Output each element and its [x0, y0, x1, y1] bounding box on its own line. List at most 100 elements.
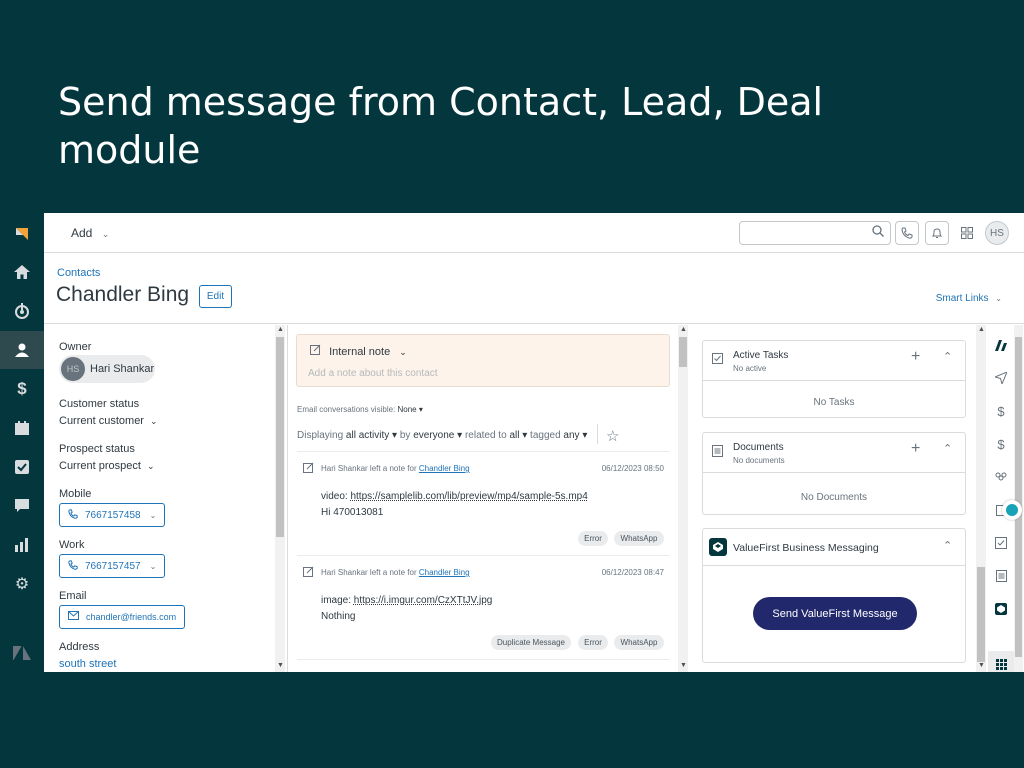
tag-whatsapp[interactable]: WhatsApp — [614, 531, 664, 546]
sell-app-icon[interactable] — [988, 333, 1014, 357]
scroll-up-icon[interactable]: ▲ — [978, 326, 985, 333]
slide-title: Send message from Contact, Lead, Deal mo… — [58, 80, 824, 172]
reports-icon[interactable] — [0, 526, 44, 564]
add-task-icon[interactable]: + — [911, 348, 920, 366]
phone-icon — [68, 508, 78, 522]
contacts-icon[interactable] — [0, 331, 44, 369]
document-icon[interactable] — [988, 564, 1014, 588]
tag-whatsapp[interactable]: WhatsApp — [614, 635, 664, 650]
chevron-down-icon: ⌄ — [150, 416, 158, 426]
activity-target-link[interactable]: Chandler Bing — [419, 568, 470, 577]
filter-any[interactable]: any — [563, 430, 579, 441]
valuefirst-card: ValueFirst Business Messaging ⌃ Send Val… — [702, 528, 966, 663]
internal-note-label: Internal note — [329, 346, 391, 358]
note-input[interactable]: Add a note about this contact — [308, 368, 438, 379]
calendar-icon[interactable] — [0, 409, 44, 447]
scrollbar-thumb[interactable] — [977, 567, 985, 662]
chevron-down-icon: ⌄ — [995, 294, 1002, 303]
divider — [297, 451, 670, 452]
email-visible-label: Email conversations visible: — [297, 405, 396, 414]
mobile-label: Mobile — [59, 488, 92, 500]
home-icon[interactable] — [0, 253, 44, 291]
add-document-icon[interactable]: + — [911, 440, 920, 458]
card-subtitle: No active — [733, 364, 767, 373]
chevron-up-icon[interactable]: ⌃ — [943, 350, 952, 363]
user-avatar[interactable]: HS — [985, 221, 1009, 245]
internal-note-dropdown[interactable]: Internal note ⌄ — [310, 344, 407, 358]
address-value[interactable]: south street — [59, 658, 116, 670]
chevron-up-icon[interactable]: ⌃ — [943, 539, 952, 552]
tag-error[interactable]: Error — [578, 531, 608, 546]
rail-scrollbar[interactable] — [1014, 325, 1023, 672]
owner-label: Owner — [59, 341, 92, 353]
filter-activity[interactable]: all activity — [346, 430, 389, 441]
activity-prefix: image: — [321, 595, 352, 606]
activity-link[interactable]: https://samplelib.com/lib/preview/mp4/sa… — [350, 491, 587, 502]
chevron-up-icon[interactable]: ⌃ — [943, 442, 952, 455]
tasks-icon[interactable] — [0, 448, 44, 486]
work-label: Work — [59, 539, 85, 551]
tag-duplicate-message[interactable]: Duplicate Message — [491, 635, 571, 650]
smart-links-dropdown[interactable]: Smart Links ⌄ — [936, 293, 1002, 304]
notifications-button[interactable] — [925, 221, 949, 245]
scroll-down-icon[interactable]: ▼ — [277, 662, 284, 669]
activity-line-1: image: https://i.imgur.com/CzXTtJV.jpg — [321, 595, 492, 606]
grid-icon — [961, 227, 973, 239]
settings-icon[interactable]: ⚙ — [0, 565, 44, 603]
tag-error[interactable]: Error — [578, 635, 608, 650]
owner-name: Hari Shankar — [90, 363, 155, 375]
details-scrollbar[interactable]: ▲ ▼ — [275, 325, 285, 672]
search-input[interactable] — [739, 221, 891, 245]
activity-meta: Hari Shankar left a note for Chandler Bi… — [321, 464, 470, 473]
work-value: 7667157457 — [85, 560, 141, 572]
scrollbar-thumb[interactable] — [276, 337, 284, 537]
zendesk-logo-icon[interactable] — [0, 634, 44, 672]
owner-chip[interactable]: HS Hari Shankar — [59, 355, 155, 383]
apps-grid-button[interactable] — [955, 221, 979, 245]
breadcrumb[interactable]: Contacts — [57, 267, 100, 279]
chat-icon[interactable] — [0, 487, 44, 525]
team-icon[interactable] — [988, 465, 1014, 489]
activity-scrollbar[interactable]: ▲ ▼ — [678, 325, 688, 672]
customer-status-dropdown[interactable]: Current customer ⌄ — [59, 415, 158, 427]
mobile-phone-button[interactable]: 7667157458 ⌄ — [59, 503, 165, 527]
email-label: Email — [59, 590, 87, 602]
divider — [297, 555, 670, 556]
zendesk-sell-logo-icon[interactable] — [0, 215, 44, 253]
email-button[interactable]: chandler@friends.com — [59, 605, 185, 629]
star-icon[interactable]: ☆ — [606, 427, 619, 445]
scrollbar-thumb[interactable] — [679, 337, 687, 367]
card-header: ValueFirst Business Messaging ⌃ — [703, 529, 965, 566]
activity-prefix: video: — [321, 491, 348, 502]
leads-icon[interactable] — [0, 292, 44, 330]
checkbox-icon[interactable] — [988, 531, 1014, 555]
dollar-icon[interactable]: $ — [988, 399, 1014, 423]
scroll-down-icon[interactable]: ▼ — [680, 662, 687, 669]
internal-note-composer[interactable]: Internal note ⌄ Add a note about this co… — [296, 334, 670, 387]
widgets-scrollbar[interactable]: ▲ ▼ — [976, 325, 986, 672]
activity-target-link[interactable]: Chandler Bing — [419, 464, 470, 473]
dollar-icon[interactable]: $ — [988, 432, 1014, 456]
filter-all[interactable]: all — [509, 430, 519, 441]
work-phone-button[interactable]: 7667157457 ⌄ — [59, 554, 165, 578]
prospect-status-dropdown[interactable]: Current prospect ⌄ — [59, 460, 155, 472]
valuefirst-app-icon[interactable] — [988, 597, 1014, 621]
scrollbar-thumb[interactable] — [1015, 337, 1022, 657]
scroll-up-icon[interactable]: ▲ — [277, 326, 284, 333]
phone-button[interactable] — [895, 221, 919, 245]
edit-button[interactable]: Edit — [199, 285, 232, 308]
send-icon[interactable] — [988, 366, 1014, 390]
activity-line-2: Hi 470013081 — [321, 507, 384, 518]
note-edit-icon — [310, 344, 324, 358]
activity-link[interactable]: https://i.imgur.com/CzXTtJV.jpg — [354, 595, 493, 606]
filter-everyone[interactable]: everyone — [413, 430, 454, 441]
apps-grid-icon[interactable] — [988, 651, 1014, 672]
email-visibility[interactable]: Email conversations visible: None ▾ — [297, 405, 423, 414]
address-label: Address — [59, 641, 100, 653]
add-dropdown[interactable]: Add ⌄ — [71, 226, 109, 240]
send-valuefirst-message-button[interactable]: Send ValueFirst Message — [753, 597, 917, 630]
scroll-up-icon[interactable]: ▲ — [680, 326, 687, 333]
scroll-down-icon[interactable]: ▼ — [978, 662, 985, 669]
deals-icon[interactable]: $ — [0, 370, 44, 408]
assistant-bubble-icon[interactable] — [1002, 500, 1022, 520]
